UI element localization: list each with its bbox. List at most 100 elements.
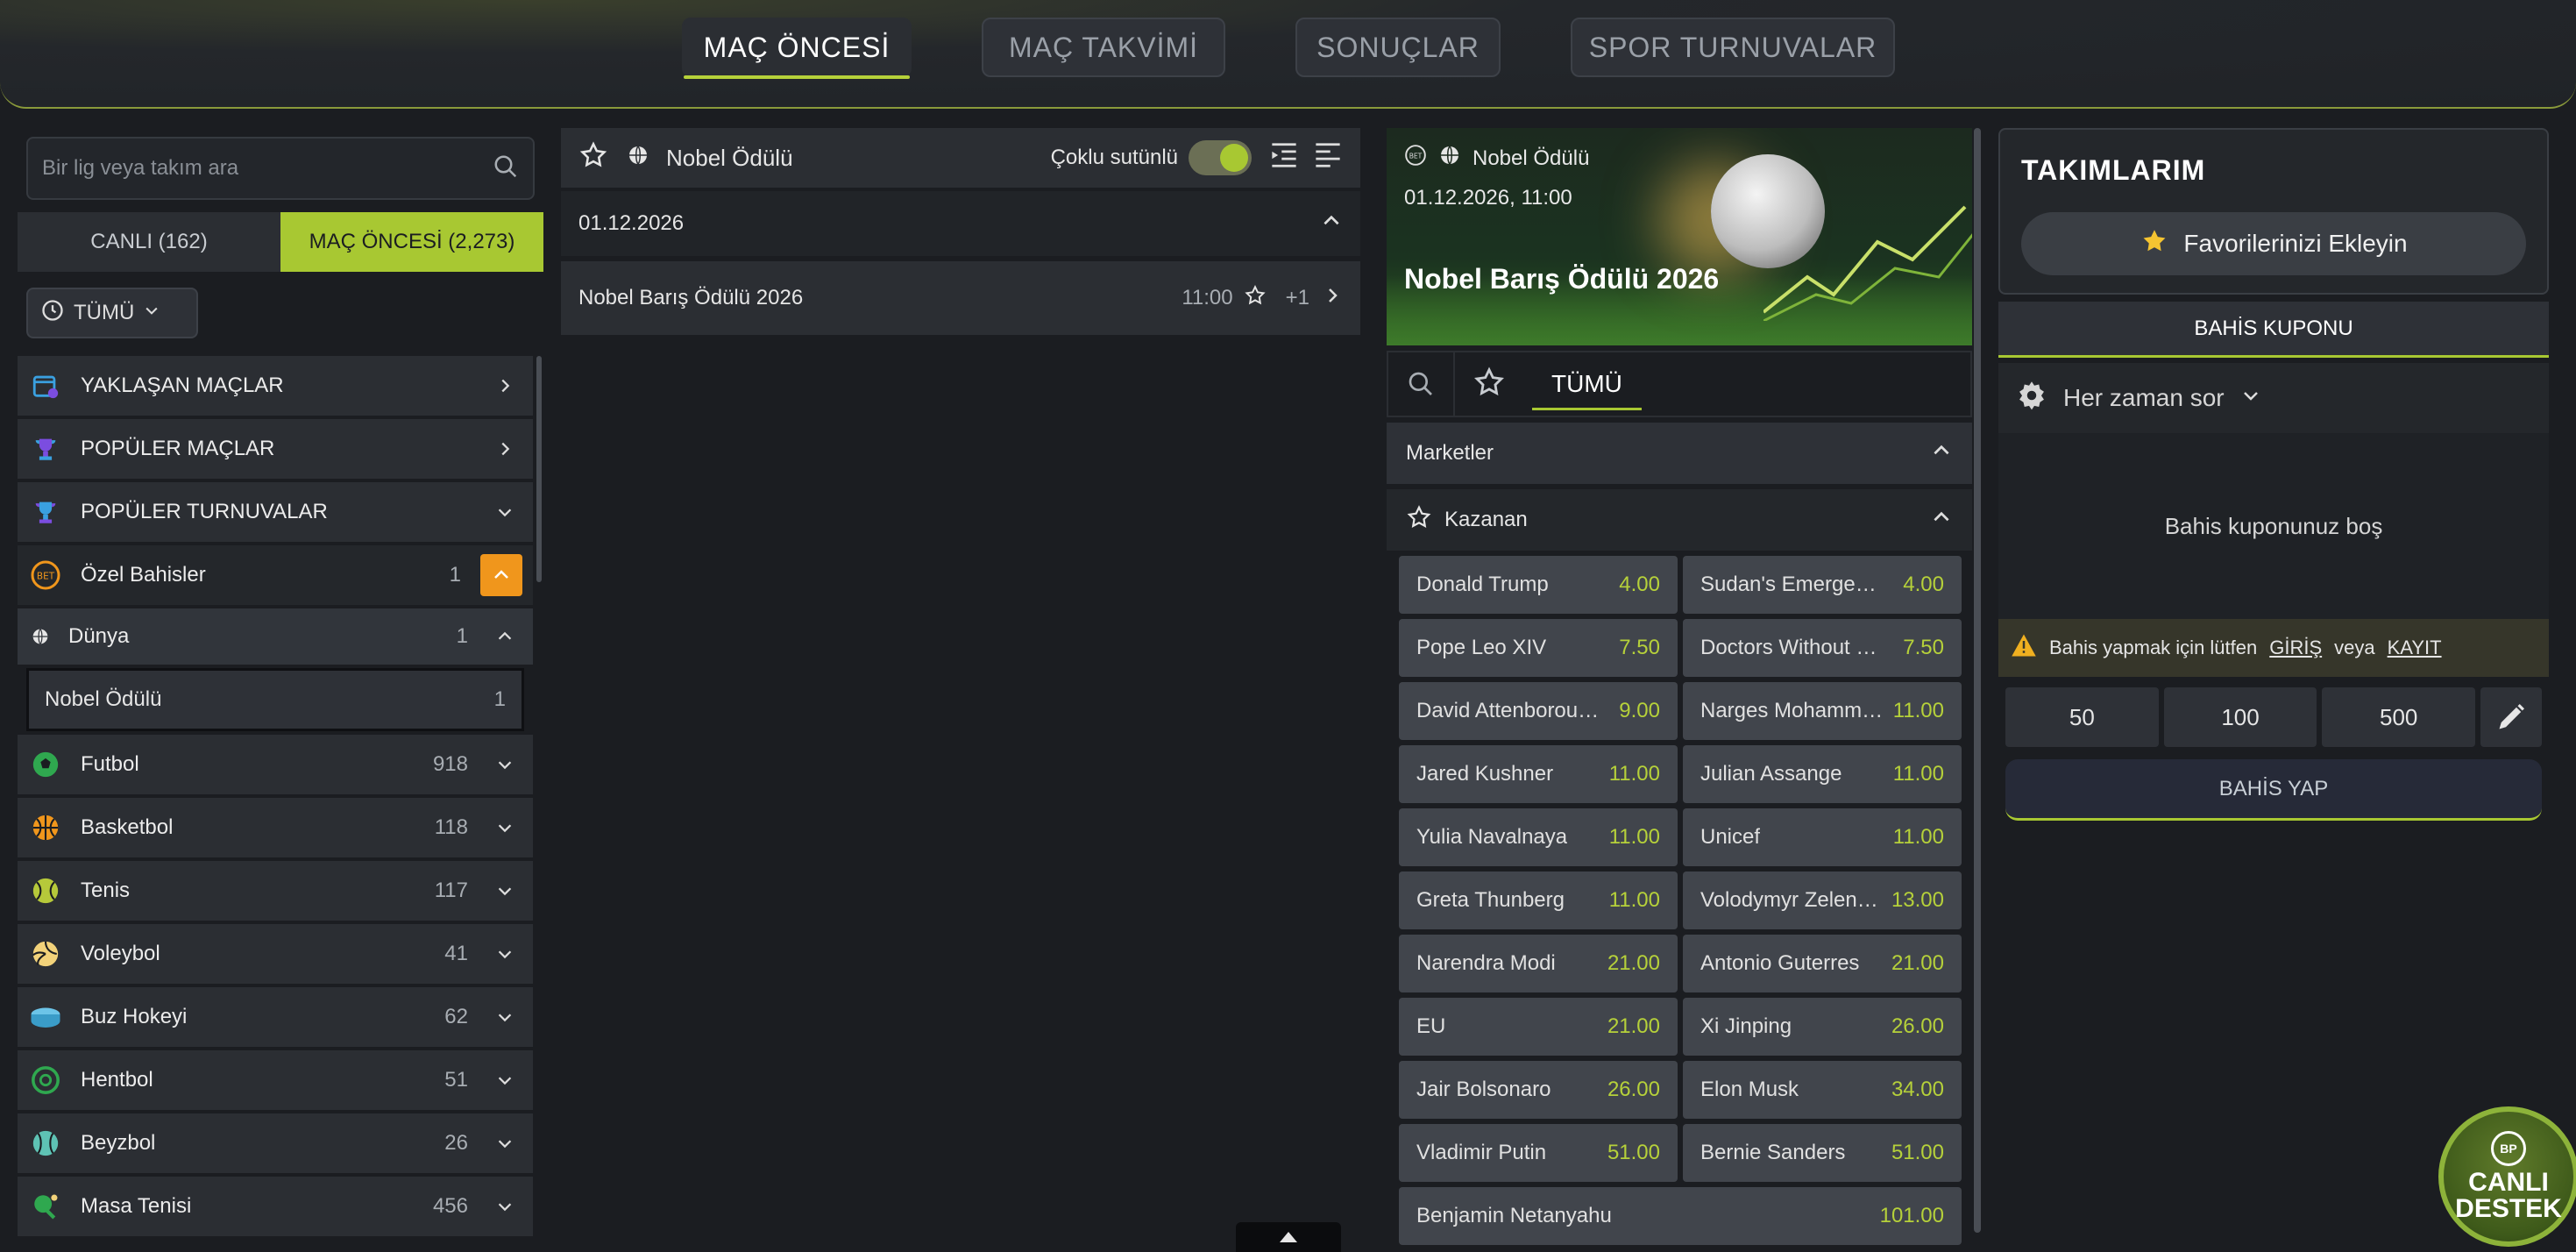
sidebar-item-ozel-bahisler[interactable]: BET Özel Bahisler 1 xyxy=(18,545,533,605)
sidebar-scrollbar[interactable] xyxy=(536,356,542,582)
markets-header[interactable]: Marketler xyxy=(1387,423,1972,484)
odds-change-label: Her zaman sor xyxy=(2063,384,2225,411)
odds-button[interactable]: Xi Jinping 26.00 xyxy=(1683,998,1962,1056)
add-favorites-button[interactable]: Favorilerinizi Ekleyin xyxy=(2021,212,2526,275)
odds-button[interactable]: Doctors Without Borders 7.50 xyxy=(1683,619,1962,677)
selection-name: Jared Kushner xyxy=(1416,762,1554,786)
star-icon[interactable] xyxy=(1406,504,1432,537)
tab-mac-oncesi-left[interactable]: MAÇ ÖNCESİ (2,273) xyxy=(280,212,543,272)
odds-button[interactable]: EU 21.00 xyxy=(1399,998,1678,1056)
menu-populer-turnuvalar[interactable]: POPÜLER TURNUVALAR xyxy=(18,482,533,542)
selection-odds: 11.00 xyxy=(1892,825,1944,849)
edit-stakes-button[interactable] xyxy=(2480,687,2543,747)
sport-label: Özel Bahisler xyxy=(81,563,206,587)
live-support-button[interactable]: BP CANLI DESTEK xyxy=(2438,1106,2576,1247)
odds-button[interactable]: Narges Mohammadi 11.00 xyxy=(1683,682,1962,740)
login-link[interactable]: GİRİŞ xyxy=(2269,637,2322,659)
selection-odds: 13.00 xyxy=(1891,888,1944,912)
date-group-header[interactable]: 01.12.2026 xyxy=(561,191,1360,256)
collapse-button[interactable] xyxy=(480,554,522,596)
detail-scrollbar[interactable] xyxy=(1974,128,1981,1233)
sidebar-item-futbol[interactable]: Futbol 918 xyxy=(18,735,533,794)
selection-odds: 7.50 xyxy=(1903,636,1944,659)
menu-label: POPÜLER MAÇLAR xyxy=(81,437,275,460)
multi-column-toggle[interactable] xyxy=(1189,140,1252,175)
odds-button[interactable]: Jared Kushner 11.00 xyxy=(1399,745,1678,803)
stake-button[interactable]: 500 xyxy=(2322,687,2476,747)
login-warning: Bahis yapmak için lütfen GİRİŞ veya KAYI… xyxy=(1998,619,2549,677)
search-input[interactable] xyxy=(42,156,493,181)
league-title: Nobel Ödülü xyxy=(666,144,793,171)
selection-odds: 11.00 xyxy=(1892,699,1944,722)
tab-canli[interactable]: CANLI (162) xyxy=(18,212,280,272)
star-icon[interactable] xyxy=(578,140,608,176)
indent-icon[interactable] xyxy=(1269,142,1299,174)
trophy-icon xyxy=(28,431,63,466)
odds-button[interactable]: Volodymyr Zelensky 13.00 xyxy=(1683,871,1962,929)
odds-button[interactable]: Bernie Sanders 51.00 xyxy=(1683,1124,1962,1182)
odds-button[interactable]: Yulia Navalnaya 11.00 xyxy=(1399,808,1678,866)
tab-mac-takvimi[interactable]: MAÇ TAKVİMİ xyxy=(982,18,1225,77)
odds-button[interactable]: Pope Leo XIV 7.50 xyxy=(1399,619,1678,677)
chevron-down-icon xyxy=(487,1134,522,1153)
league-count: 1 xyxy=(493,687,506,711)
search-box xyxy=(26,137,535,200)
support-line1: CANLI xyxy=(2468,1168,2549,1197)
stake-button[interactable]: 50 xyxy=(2005,687,2159,747)
sidebar-item-beyzbol[interactable]: Beyzbol 26 xyxy=(18,1113,533,1173)
odds-button[interactable]: Greta Thunberg 11.00 xyxy=(1399,871,1678,929)
odds-button[interactable]: Jair Bolsonaro 26.00 xyxy=(1399,1061,1678,1119)
search-icon[interactable] xyxy=(1388,352,1455,416)
time-filter-dropdown[interactable]: TÜMÜ xyxy=(26,288,198,338)
banner-title: Nobel Barış Ödülü 2026 xyxy=(1404,263,1720,295)
league-nobel-odulu[interactable]: Nobel Ödülü 1 xyxy=(26,668,524,731)
register-link[interactable]: KAYIT xyxy=(2388,637,2442,659)
odds-button[interactable]: Vladimir Putin 51.00 xyxy=(1399,1124,1678,1182)
sidebar-item-hentbol[interactable]: Hentbol 51 xyxy=(18,1050,533,1110)
sidebar-item-buz-hokeyi[interactable]: Buz Hokeyi 62 xyxy=(18,987,533,1047)
place-bet-button[interactable]: BAHİS YAP xyxy=(2005,759,2542,821)
sport-label: Beyzbol xyxy=(81,1131,156,1155)
odds-button[interactable]: Elon Musk 34.00 xyxy=(1683,1061,1962,1119)
selection-odds: 11.00 xyxy=(1608,825,1660,849)
list-view-icon[interactable] xyxy=(1313,142,1343,174)
my-teams-title: TAKIMLARIM xyxy=(2021,154,2206,186)
tab-tumu[interactable]: TÜMÜ xyxy=(1532,352,1642,416)
menu-populer-maclar[interactable]: POPÜLER MAÇLAR xyxy=(18,419,533,479)
event-list-panel: Nobel Ödülü Çoklu sutünlü 01.12.2026 Nob… xyxy=(561,128,1360,1252)
more-markets-count: +1 xyxy=(1285,286,1309,309)
tab-sonuclar[interactable]: SONUÇLAR xyxy=(1295,18,1501,77)
star-icon[interactable] xyxy=(1244,284,1267,313)
selection-name: Donald Trump xyxy=(1416,573,1549,596)
star-icon[interactable] xyxy=(1473,366,1506,403)
odds-button[interactable]: Julian Assange 11.00 xyxy=(1683,745,1962,803)
odds-button[interactable]: Sudan's Emergency Response Rooms 4.00 xyxy=(1683,556,1962,614)
sidebar-item-tenis[interactable]: Tenis 117 xyxy=(18,861,533,921)
odds-button[interactable]: Unicef 11.00 xyxy=(1683,808,1962,866)
odds-button[interactable]: Benjamin Netanyahu 101.00 xyxy=(1399,1187,1962,1245)
odds-button[interactable]: David Attenborough 9.00 xyxy=(1399,682,1678,740)
selection-name: EU xyxy=(1416,1014,1446,1038)
odds-change-setting[interactable]: Her zaman sor xyxy=(1998,363,2549,433)
scroll-up-button[interactable] xyxy=(1236,1222,1341,1252)
search-icon[interactable] xyxy=(493,153,519,184)
sidebar-item-masa-tenisi[interactable]: Masa Tenisi 456 xyxy=(18,1177,533,1236)
live-prematch-tabs: CANLI (162) MAÇ ÖNCESİ (2,273) xyxy=(18,212,543,272)
sidebar-item-voleybol[interactable]: Voleybol 41 xyxy=(18,924,533,984)
event-row[interactable]: Nobel Barış Ödülü 2026 11:00 +1 xyxy=(561,261,1360,335)
odds-button[interactable]: Donald Trump 4.00 xyxy=(1399,556,1678,614)
menu-yaklasan-maclar[interactable]: YAKLAŞAN MAÇLAR xyxy=(18,356,533,416)
region-dunya[interactable]: Dünya 1 xyxy=(18,608,533,665)
tab-spor-turnuvalar[interactable]: SPOR TURNUVALAR xyxy=(1571,18,1895,77)
stake-button[interactable]: 100 xyxy=(2163,687,2317,747)
odds-button[interactable]: Antonio Guterres 21.00 xyxy=(1683,935,1962,992)
market-kazanan-header[interactable]: Kazanan xyxy=(1387,489,1972,551)
odds-button[interactable]: Narendra Modi 21.00 xyxy=(1399,935,1678,992)
warning-text: Bahis yapmak için lütfen xyxy=(2049,637,2258,658)
banner-meta: BET Nobel Ödülü xyxy=(1404,144,1589,173)
chevron-down-icon xyxy=(487,881,522,900)
volleyball-icon xyxy=(28,936,63,971)
betslip-header[interactable]: BAHİS KUPONU xyxy=(1998,302,2549,358)
sidebar-item-basketbol[interactable]: Basketbol 118 xyxy=(18,798,533,857)
tab-mac-oncesi[interactable]: MAÇ ÖNCESİ xyxy=(682,18,912,79)
